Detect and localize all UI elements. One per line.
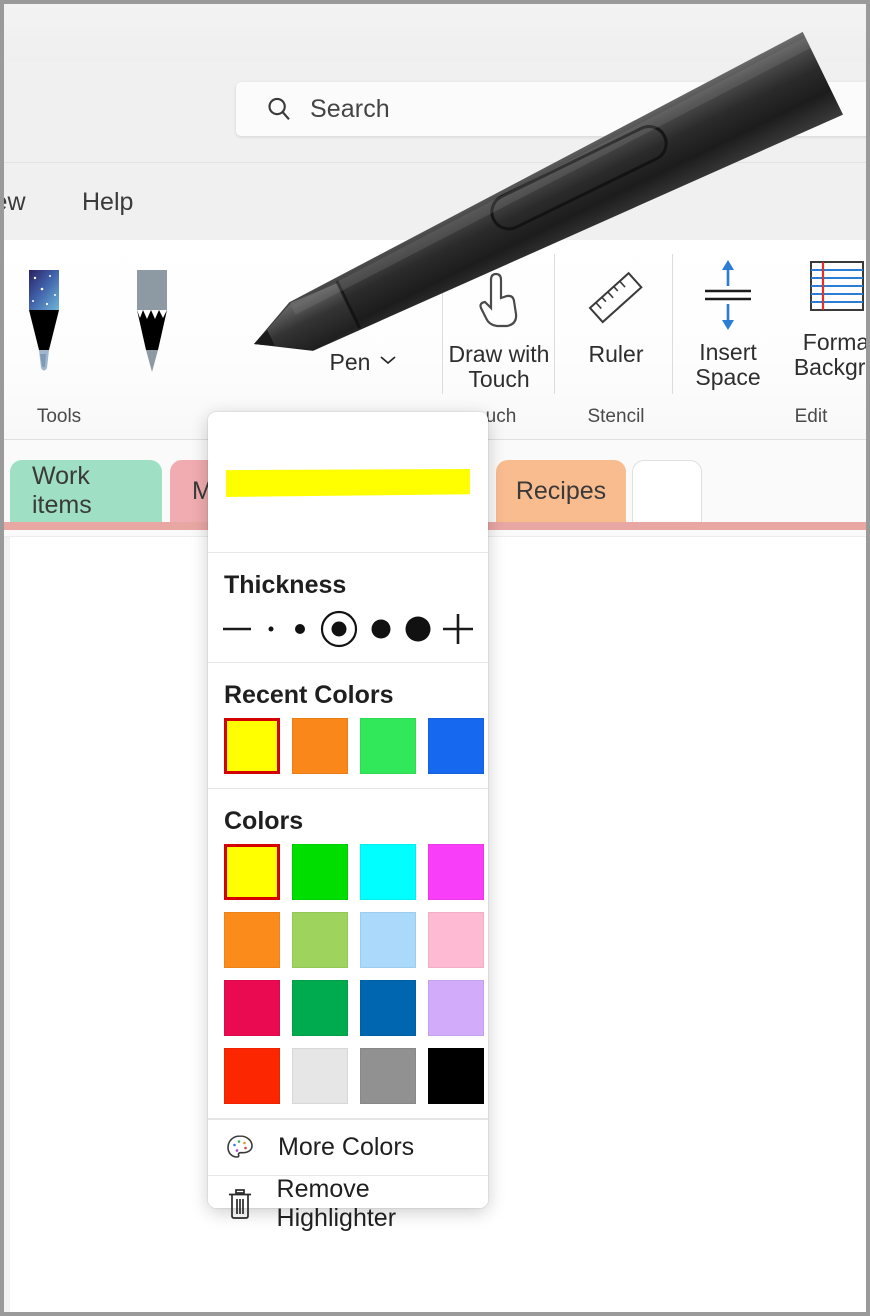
highlighter-flyout: Thickness Recent Colors Colors More Colo…: [208, 412, 488, 1232]
color-swatch-2[interactable]: [360, 844, 416, 900]
ruler-button[interactable]: Ruler: [566, 264, 666, 367]
color-swatch-4[interactable]: [224, 912, 280, 968]
search-band: Search: [4, 62, 866, 162]
color-swatch-15[interactable]: [428, 1048, 484, 1104]
thickness-decrease-button[interactable]: [220, 620, 254, 643]
section-tab-work-items[interactable]: Work items: [10, 460, 162, 522]
pencil-icon: [137, 270, 167, 372]
search-input[interactable]: Search: [236, 82, 866, 136]
palette-icon: [224, 1132, 264, 1164]
draw-with-touch-line1: Draw with: [448, 341, 550, 367]
plus-icon: [342, 268, 386, 312]
ruled-paper-icon: [810, 261, 864, 311]
color-swatch-13[interactable]: [292, 1048, 348, 1104]
group-label-stencil: Stencil: [587, 406, 645, 427]
remove-highlighter-item[interactable]: Remove Highlighter: [208, 1174, 488, 1232]
group-separator: [442, 254, 443, 394]
insert-space-icon: [705, 260, 751, 330]
format-background-line1: Forma: [802, 329, 866, 355]
pencil-button[interactable]: [122, 262, 182, 382]
color-swatch-11[interactable]: [428, 980, 484, 1036]
insert-space-button[interactable]: Insert Space: [682, 258, 774, 390]
add-pen-label: Pen: [329, 349, 371, 375]
thickness-step-5[interactable]: [401, 612, 435, 651]
thickness-step-4[interactable]: [366, 614, 396, 649]
trash-icon: [224, 1187, 263, 1221]
recent-swatch-0[interactable]: [224, 718, 280, 774]
thickness-step-2[interactable]: [288, 617, 312, 646]
more-colors-label: More Colors: [278, 1133, 415, 1161]
color-swatch-9[interactable]: [292, 980, 348, 1036]
thickness-row: [208, 600, 488, 662]
group-separator: [672, 254, 673, 394]
galaxy-pen-icon: [29, 270, 59, 371]
add-pen-button[interactable]: Pen: [314, 258, 414, 375]
thickness-section: Thickness: [208, 553, 488, 663]
group-separator: [554, 254, 555, 394]
color-swatch-0[interactable]: [224, 844, 280, 900]
chevron-down-icon[interactable]: [378, 353, 398, 371]
color-swatch-5[interactable]: [292, 912, 348, 968]
ruler-label: Ruler: [588, 341, 644, 367]
color-swatch-7[interactable]: [428, 912, 484, 968]
search-icon: [264, 94, 294, 124]
thickness-step-3-selected[interactable]: [317, 607, 361, 656]
recent-swatch-3[interactable]: [428, 718, 484, 774]
recent-swatch-2[interactable]: [360, 718, 416, 774]
color-swatch-6[interactable]: [360, 912, 416, 968]
recent-colors-grid: [208, 710, 488, 788]
section-tab-recipes[interactable]: Recipes: [496, 460, 626, 522]
draw-with-touch-button[interactable]: Draw with Touch: [444, 264, 554, 392]
format-background-line2: Backgro: [793, 353, 866, 380]
hand-touch-icon: [479, 272, 518, 328]
remove-highlighter-label: Remove Highlighter: [276, 1174, 397, 1232]
colors-title: Colors: [224, 807, 304, 835]
stroke-preview-swatch: [226, 469, 470, 497]
page-gutter: [4, 537, 10, 1312]
galaxy-pen-button[interactable]: [14, 262, 74, 382]
thickness-title: Thickness: [224, 571, 347, 599]
colors-grid: [208, 836, 488, 1118]
section-tab-label: Work items: [32, 462, 92, 519]
format-background-button[interactable]: Forma Backgro: [776, 258, 866, 380]
ribbon-body: Tools uch Stencil Edit Pen Draw with Tou…: [4, 240, 866, 650]
section-tab-label: Recipes: [515, 476, 607, 505]
insert-space-line1: Insert: [699, 339, 757, 365]
draw-with-touch-line2: Touch: [468, 365, 530, 392]
recent-colors-title: Recent Colors: [224, 681, 394, 709]
thickness-increase-button[interactable]: [440, 611, 476, 652]
colors-section: Colors: [208, 789, 488, 1119]
title-bar: [4, 4, 866, 62]
ribbon-tab-view[interactable]: iew: [4, 163, 26, 241]
app-window: Search iew Help Tools uch Stencil Edit: [4, 4, 866, 1312]
color-swatch-10[interactable]: [360, 980, 416, 1036]
thickness-step-1[interactable]: [259, 617, 283, 646]
color-swatch-12[interactable]: [224, 1048, 280, 1104]
more-colors-item[interactable]: More Colors: [208, 1119, 488, 1175]
recent-colors-section: Recent Colors: [208, 663, 488, 789]
insert-space-line2: Space: [695, 363, 761, 390]
color-swatch-1[interactable]: [292, 844, 348, 900]
group-label-drawing-tools: Tools: [36, 406, 82, 427]
stroke-preview: [208, 412, 488, 553]
ribbon-tab-help[interactable]: Help: [82, 163, 133, 241]
ruler-icon: [588, 271, 643, 324]
ribbon-tab-strip: iew Help: [4, 162, 866, 240]
color-swatch-3[interactable]: [428, 844, 484, 900]
group-label-edit: Edit: [794, 406, 828, 427]
recent-swatch-1[interactable]: [292, 718, 348, 774]
section-tab-add[interactable]: [632, 460, 702, 522]
color-swatch-8[interactable]: [224, 980, 280, 1036]
search-placeholder: Search: [310, 94, 390, 123]
color-swatch-14[interactable]: [360, 1048, 416, 1104]
